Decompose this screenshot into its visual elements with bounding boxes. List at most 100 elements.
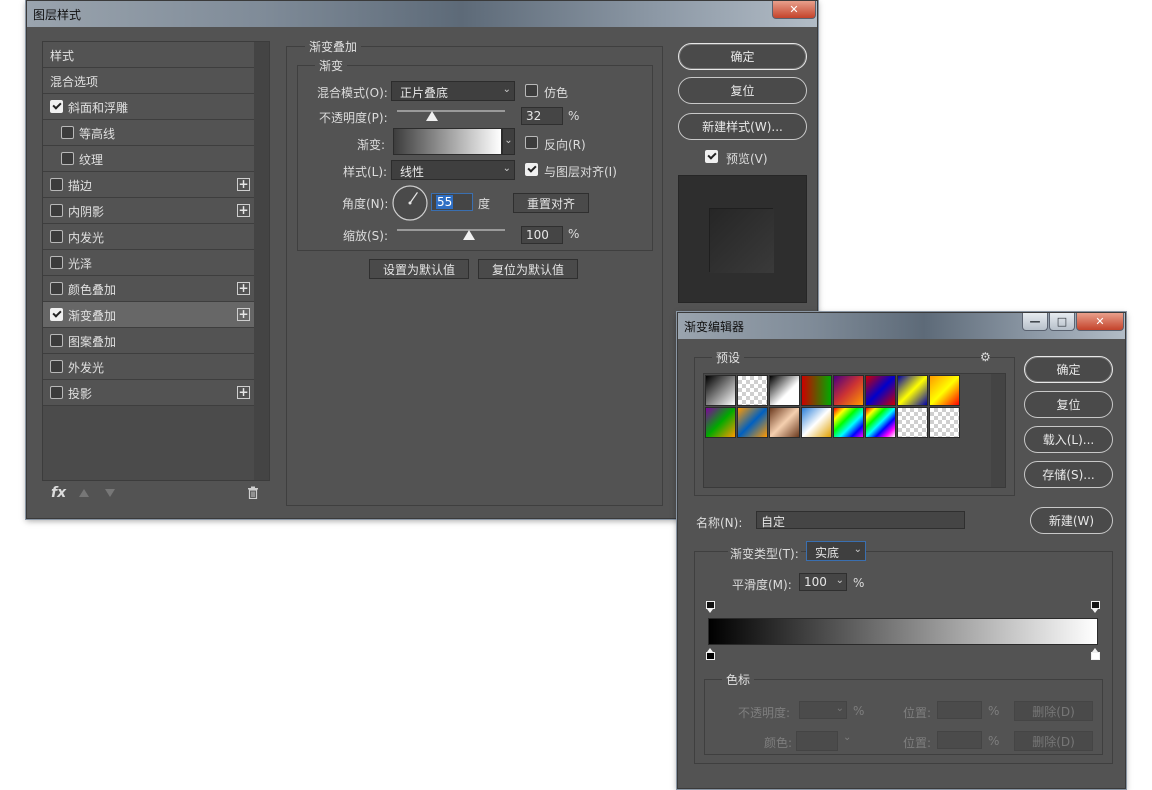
preset-swatch[interactable] <box>705 375 736 406</box>
style-item-checkbox[interactable] <box>50 360 63 373</box>
reset-default-button[interactable]: 复位为默认值 <box>478 259 578 279</box>
gradient-editor-client: 预设 ⚙ 确定 复位 载入(L)... 存储(S)... 名称(N): 自定 新… <box>678 339 1125 788</box>
preset-swatch[interactable] <box>737 375 768 406</box>
close-icon[interactable]: ✕ <box>772 1 816 19</box>
style-item[interactable]: 外发光 <box>43 354 254 380</box>
trash-icon[interactable] <box>247 486 259 499</box>
preset-swatch[interactable] <box>865 407 896 438</box>
style-item-checkbox[interactable] <box>50 334 63 347</box>
preset-swatch[interactable] <box>801 375 832 406</box>
fx-icon[interactable]: fx <box>51 485 66 501</box>
add-effect-icon[interactable]: + <box>237 282 250 295</box>
preview-checkbox[interactable] <box>705 150 718 163</box>
style-item[interactable]: 样式 <box>43 42 254 68</box>
gradient-bar[interactable] <box>708 618 1098 645</box>
style-item-checkbox[interactable] <box>50 178 63 191</box>
gear-icon[interactable]: ⚙ <box>980 350 991 364</box>
style-item-label: 图案叠加 <box>68 335 117 349</box>
smoothness-input[interactable]: 100 ⌄ <box>799 573 847 591</box>
preset-swatch[interactable] <box>705 407 736 438</box>
angle-input[interactable]: 55 <box>431 193 473 211</box>
style-item[interactable]: 内阴影 + <box>43 198 254 224</box>
reset-button[interactable]: 复位 <box>678 77 807 104</box>
preset-swatch[interactable] <box>929 375 960 406</box>
reverse-checkbox[interactable] <box>525 136 538 149</box>
style-item[interactable]: 颜色叠加 + <box>43 276 254 302</box>
gradient-editor-titlebar[interactable]: 渐变编辑器 — □ ✕ <box>678 313 1125 339</box>
style-list-scrollbar[interactable] <box>254 42 269 480</box>
style-item[interactable]: 斜面和浮雕 <box>43 94 254 120</box>
preset-swatch[interactable] <box>769 375 800 406</box>
style-item-checkbox[interactable] <box>50 282 63 295</box>
gradient-type-select[interactable]: 实底 ⌄ <box>806 541 866 561</box>
add-effect-icon[interactable]: + <box>237 178 250 191</box>
preset-swatch[interactable] <box>833 407 864 438</box>
style-item[interactable]: 纹理 <box>43 146 254 172</box>
add-effect-icon[interactable]: + <box>237 308 250 321</box>
layer-style-titlebar[interactable]: 图层样式 ✕ <box>27 1 817 27</box>
style-item[interactable]: 等高线 <box>43 120 254 146</box>
reverse-label: 反向(R) <box>544 138 586 152</box>
new-gradient-button[interactable]: 新建(W) <box>1030 507 1113 534</box>
style-item[interactable]: 内发光 <box>43 224 254 250</box>
minimize-icon[interactable]: — <box>1022 313 1048 331</box>
style-item[interactable]: 渐变叠加 + <box>43 302 254 328</box>
add-effect-icon[interactable]: + <box>237 204 250 217</box>
reset-alignment-button[interactable]: 重置对齐 <box>513 193 589 213</box>
blend-mode-select[interactable]: 正片叠底 ⌄ <box>391 81 515 101</box>
opacity-slider-thumb[interactable] <box>425 111 438 121</box>
blend-mode-value: 正片叠底 <box>400 86 449 100</box>
gradient-preview[interactable] <box>393 128 502 155</box>
preset-swatch[interactable] <box>769 407 800 438</box>
preset-swatch[interactable] <box>897 407 928 438</box>
scale-slider-thumb[interactable] <box>463 230 475 240</box>
opacity-stop-left[interactable] <box>706 601 715 613</box>
style-item[interactable]: 混合选项 <box>43 68 254 94</box>
style-item-checkbox[interactable] <box>61 152 74 165</box>
preset-swatch[interactable] <box>929 407 960 438</box>
angle-dial[interactable] <box>391 184 429 222</box>
chevron-down-icon[interactable]: ⌄ <box>836 575 844 586</box>
style-item-checkbox[interactable] <box>61 126 74 139</box>
style-item[interactable]: 投影 + <box>43 380 254 406</box>
dither-checkbox[interactable] <box>525 84 538 97</box>
maximize-icon[interactable]: □ <box>1049 313 1075 331</box>
load-button[interactable]: 载入(L)... <box>1024 426 1113 453</box>
style-select[interactable]: 线性 ⌄ <box>391 160 515 180</box>
color-stop-right[interactable] <box>1091 648 1100 660</box>
opacity-slider-track[interactable] <box>397 110 505 112</box>
style-item-checkbox[interactable] <box>50 230 63 243</box>
scale-slider-track[interactable] <box>397 229 505 231</box>
add-effect-icon[interactable]: + <box>237 386 250 399</box>
set-default-button[interactable]: 设置为默认值 <box>369 259 469 279</box>
scale-label: 缩放(S): <box>343 229 389 243</box>
reset-button[interactable]: 复位 <box>1024 391 1113 418</box>
color-stop-left[interactable] <box>706 648 715 660</box>
close-icon[interactable]: ✕ <box>1076 313 1124 331</box>
preset-swatch[interactable] <box>833 375 864 406</box>
save-button[interactable]: 存储(S)... <box>1024 461 1113 488</box>
style-item[interactable]: 光泽 <box>43 250 254 276</box>
opacity-stop-right[interactable] <box>1091 601 1100 613</box>
scale-input[interactable]: 100 <box>521 226 563 244</box>
preset-swatch[interactable] <box>897 375 928 406</box>
style-item-checkbox[interactable] <box>50 204 63 217</box>
presets-scrollbar[interactable] <box>991 374 1005 487</box>
style-item[interactable]: 图案叠加 <box>43 328 254 354</box>
style-item[interactable]: 描边 + <box>43 172 254 198</box>
ok-button[interactable]: 确定 <box>1024 356 1113 383</box>
gradient-dropdown-button[interactable]: ⌄ <box>502 128 515 155</box>
ok-button[interactable]: 确定 <box>678 43 807 70</box>
style-item-checkbox[interactable] <box>50 256 63 269</box>
style-item-checkbox[interactable] <box>50 100 63 113</box>
style-item-checkbox[interactable] <box>50 386 63 399</box>
style-item-checkbox[interactable] <box>50 308 63 321</box>
opacity-input[interactable]: 32 <box>521 107 563 125</box>
preset-swatch[interactable] <box>801 407 832 438</box>
align-with-layer-checkbox[interactable] <box>525 163 538 176</box>
new-style-button[interactable]: 新建样式(W)... <box>678 113 807 140</box>
style-preview-thumbnail <box>678 175 807 303</box>
preset-swatch[interactable] <box>737 407 768 438</box>
name-input[interactable]: 自定 <box>756 511 965 529</box>
preset-swatch[interactable] <box>865 375 896 406</box>
